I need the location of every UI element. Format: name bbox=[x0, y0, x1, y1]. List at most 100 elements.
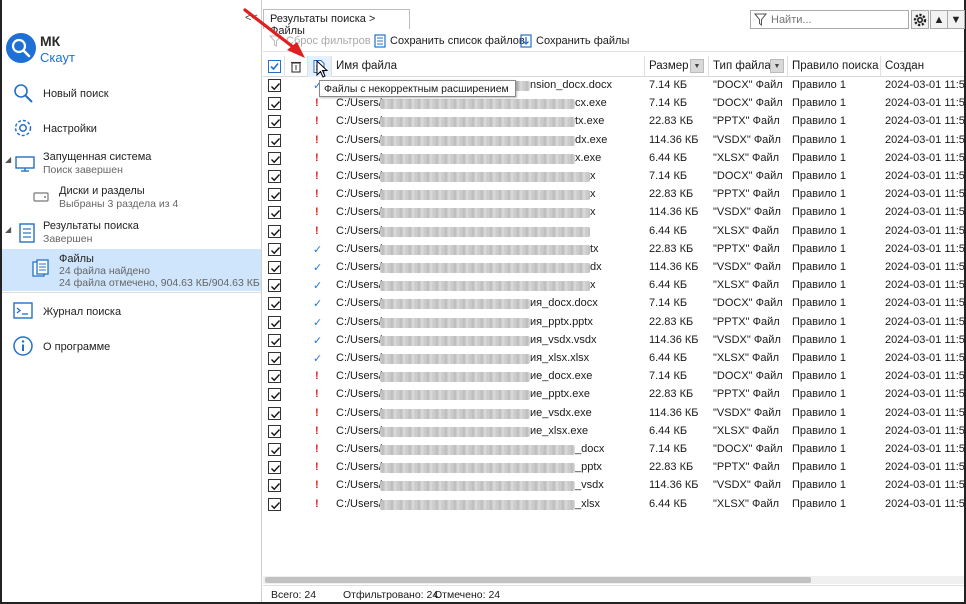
table-row[interactable]: ✓ C:/Users/tx 22.83 КБ "PPTX" Файл Правило 1… bbox=[263, 241, 964, 259]
navigate-down-button[interactable]: ▼ bbox=[947, 10, 965, 29]
sidebar-item-disks[interactable]: Диски и разделы Выбраны 3 раздела из 4 bbox=[2, 183, 261, 213]
column-header-size[interactable]: Размер ▼ bbox=[645, 56, 709, 77]
bad-extension-icon: ! bbox=[315, 461, 319, 474]
row-checkbox[interactable] bbox=[268, 206, 281, 220]
file-path-prefix: C:/Users/ bbox=[336, 388, 382, 401]
row-checkbox[interactable] bbox=[268, 242, 281, 256]
row-checkbox[interactable] bbox=[268, 133, 281, 147]
table-row[interactable]: ! C:/Users/x.exe 6.44 КБ "XLSX" Файл Правило… bbox=[263, 150, 964, 168]
row-checkbox[interactable] bbox=[268, 170, 281, 183]
sidebar-item-label: Новый поиск bbox=[43, 88, 109, 100]
scrollbar-thumb[interactable] bbox=[265, 577, 811, 583]
table-row[interactable]: ✓ C:/Users/x 6.44 КБ "XLSX" Файл Правило 1 20… bbox=[263, 277, 964, 295]
collapse-triangle-icon[interactable]: ◢ bbox=[5, 225, 11, 234]
sidebar-item-files[interactable]: Файлы 24 файла найдено 24 файла отмечено… bbox=[2, 249, 261, 291]
row-checkbox[interactable] bbox=[268, 151, 281, 165]
file-path-prefix: C:/Users/ bbox=[336, 297, 382, 310]
created-date: 2024-03-01 11:58: bbox=[885, 261, 964, 273]
save-files-button[interactable]: Сохранить файлы bbox=[519, 34, 629, 48]
table-row[interactable]: ✓ C:/Users/dx 114.36 КБ "VSDX" Файл Правило … bbox=[263, 259, 964, 277]
filter-dropdown-icon[interactable]: ▼ bbox=[690, 59, 704, 73]
table-row[interactable]: ! C:/Users/x 114.36 КБ "VSDX" Файл Правило 1… bbox=[263, 204, 964, 222]
settings-button[interactable] bbox=[911, 10, 929, 29]
row-checkbox[interactable] bbox=[268, 315, 281, 329]
table-row[interactable]: ✓ C:/Users/ия_pptx.pptx 22.83 КБ "PPTX" Фай… bbox=[263, 314, 964, 332]
sidebar-item-running-system[interactable]: ◢ Запущенная система Поиск завершен bbox=[2, 149, 261, 179]
table-row[interactable]: ! C:/Users/ _docx 7.14 КБ "DOCX" Файл Правило… bbox=[263, 441, 964, 459]
row-checkbox[interactable] bbox=[268, 461, 281, 475]
row-checkbox[interactable] bbox=[268, 261, 281, 274]
file-path-prefix: C:/Users/ bbox=[336, 170, 382, 182]
column-header-created[interactable]: Создан bbox=[881, 56, 964, 77]
table-row[interactable]: ✓ C:/Users/ия_vsdx.vsdx 114.36 КБ "VSDX" Фа… bbox=[263, 332, 964, 350]
table-row[interactable]: ✓ C:/Users/ия_xlsx.xlsx 6.44 КБ "XLSX" Файл… bbox=[263, 350, 964, 368]
table-row[interactable]: ! C:/Users/dx.exe 114.36 КБ "VSDX" Файл Прав… bbox=[263, 132, 964, 150]
redacted-path bbox=[380, 190, 590, 201]
row-checkbox[interactable] bbox=[268, 79, 281, 92]
navigate-up-button[interactable]: ▲ bbox=[930, 10, 948, 29]
row-checkbox[interactable] bbox=[268, 224, 281, 238]
table-row[interactable]: ! C:/Users/ _vsdx 114.36 КБ "VSDX" Файл Прави… bbox=[263, 477, 964, 495]
row-checkbox[interactable] bbox=[268, 497, 281, 511]
row-checkbox[interactable] bbox=[268, 388, 281, 402]
search-icon bbox=[12, 82, 34, 104]
search-input[interactable] bbox=[771, 12, 906, 27]
file-size: 6.44 КБ bbox=[649, 497, 688, 510]
sidebar-item-about[interactable]: О программе bbox=[2, 333, 261, 361]
row-checkbox[interactable] bbox=[268, 115, 281, 129]
table-row[interactable]: ! C:/Users/ие_pptx.exe 22.83 КБ "PPTX" Файл… bbox=[263, 386, 964, 404]
files-icon bbox=[30, 258, 52, 280]
file-name-suffix: ия_docx.docx bbox=[530, 297, 598, 310]
row-checkbox[interactable] bbox=[268, 443, 281, 456]
table-row[interactable]: ! C:/Users/ие_vsdx.exe 114.36 КБ "VSDX" Фай… bbox=[263, 405, 964, 423]
file-type: "XLSX" Файл bbox=[713, 151, 780, 164]
row-checkbox[interactable] bbox=[268, 279, 281, 293]
sidebar-item-settings[interactable]: Настройки bbox=[2, 115, 261, 143]
sidebar-item-search-results[interactable]: ◢ Результаты поиска Завершен bbox=[2, 218, 261, 248]
column-header-type[interactable]: Тип файла ▼ bbox=[709, 56, 788, 77]
file-path-prefix: C:/Users/ bbox=[336, 224, 382, 237]
redacted-path bbox=[380, 390, 530, 401]
file-size: 7.14 КБ bbox=[649, 297, 688, 310]
search-rule: Правило 1 bbox=[792, 261, 846, 273]
created-date: 2024-03-01 11:58: bbox=[885, 170, 964, 182]
table-row[interactable]: ! C:/Users/ _pptx 22.83 КБ "PPTX" Файл Правил… bbox=[263, 459, 964, 477]
table-row[interactable]: ! C:/Users/6.44 КБ "XLSX" Файл Правило 1 202… bbox=[263, 223, 964, 241]
row-checkbox[interactable] bbox=[268, 479, 281, 493]
row-checkbox[interactable] bbox=[268, 370, 281, 384]
row-checkbox[interactable] bbox=[268, 352, 281, 365]
row-checkbox[interactable] bbox=[268, 297, 281, 311]
row-checkbox[interactable] bbox=[268, 188, 281, 202]
search-box[interactable] bbox=[750, 10, 909, 29]
row-checkbox[interactable] bbox=[268, 97, 281, 111]
search-rule: Правило 1 bbox=[792, 279, 846, 292]
table-row[interactable]: ! C:/Users/x 7.14 КБ "DOCX" Файл Правило 1 20… bbox=[263, 168, 964, 186]
save-file-list-button[interactable]: Сохранить список файлов bbox=[373, 34, 525, 48]
sidebar-item-new-search[interactable]: Новый поиск bbox=[2, 80, 261, 108]
sidebar-item-label: Настройки bbox=[43, 123, 97, 135]
table-row[interactable]: ✓ C:/Users/ия_docx.docx 7.14 КБ "DOCX" Файл… bbox=[263, 295, 964, 313]
horizontal-scrollbar[interactable] bbox=[263, 576, 964, 584]
filter-dropdown-icon[interactable]: ▼ bbox=[770, 59, 784, 73]
log-icon bbox=[12, 300, 34, 322]
row-checkbox[interactable] bbox=[268, 333, 281, 347]
sidebar-item-search-log[interactable]: Журнал поиска bbox=[2, 298, 261, 326]
table-row[interactable]: ! C:/Users/ие_xlsx.exe 6.44 КБ "XLSX" Файл П… bbox=[263, 423, 964, 441]
table-row[interactable]: ! C:/Users/x 22.83 КБ "PPTX" Файл Правило 1 2… bbox=[263, 186, 964, 204]
column-header-name[interactable]: Имя файла bbox=[332, 56, 645, 77]
column-header-rule[interactable]: Правило поиска bbox=[788, 56, 881, 77]
file-name-suffix: nsion_docx.docx bbox=[530, 79, 612, 91]
collapse-triangle-icon[interactable]: ◢ bbox=[5, 155, 11, 164]
table-row[interactable]: ! C:/Users/ие_docx.exe 7.14 КБ "DOCX" Файл П… bbox=[263, 368, 964, 386]
row-checkbox[interactable] bbox=[268, 406, 281, 420]
search-rule: Правило 1 bbox=[792, 497, 846, 510]
checkmark-icon bbox=[271, 174, 281, 182]
table-row[interactable]: ! C:/Users/cx.exe 7.14 КБ "DOCX" Файл Правил… bbox=[263, 95, 964, 113]
table-row[interactable]: ! C:/Users/tx.exe 22.83 КБ "PPTX" Файл Прави… bbox=[263, 113, 964, 131]
created-date: 2024-03-01 11:58: bbox=[885, 133, 964, 146]
created-date: 2024-03-01 11:58: bbox=[885, 352, 964, 364]
row-checkbox[interactable] bbox=[268, 424, 281, 438]
file-type: "PPTX" Файл bbox=[713, 388, 780, 401]
table-row[interactable]: ! C:/Users/ _xlsx 6.44 КБ "XLSX" Файл Правило… bbox=[263, 496, 964, 514]
bad-extension-icon: ! bbox=[315, 443, 319, 455]
